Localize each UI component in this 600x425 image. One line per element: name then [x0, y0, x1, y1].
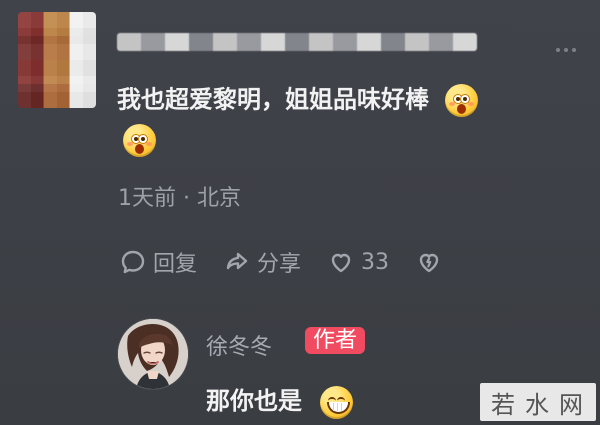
author-name[interactable]: 徐冬冬	[206, 329, 272, 361]
share-button[interactable]: 分享	[223, 246, 301, 278]
emoji-mouth	[327, 401, 351, 414]
watermark: 若水网	[480, 383, 596, 421]
like-count: 33	[361, 249, 390, 275]
shocked-emoji-icon	[123, 124, 156, 157]
emoji-blush	[449, 102, 456, 106]
emoji-blush	[468, 102, 475, 106]
heart-icon	[327, 248, 355, 276]
comment-bubble-icon	[119, 248, 147, 276]
reply-button[interactable]: 回复	[119, 246, 197, 278]
emoji-mouth	[457, 104, 467, 114]
grin-emoji-icon	[320, 385, 354, 419]
broken-heart-icon	[415, 248, 443, 276]
share-label: 分享	[257, 252, 302, 277]
reply-label: 回复	[153, 252, 198, 277]
reply-text: 那你也是	[206, 381, 354, 419]
author-avatar[interactable]	[118, 319, 188, 389]
more-dot	[564, 48, 568, 52]
emoji-teeth	[333, 402, 335, 411]
share-arrow-icon	[223, 248, 251, 276]
dislike-button[interactable]	[415, 248, 443, 276]
author-badge: 作者	[305, 327, 366, 355]
comment-text-content: 我也超爱黎明，姐姐品味好棒	[117, 85, 429, 114]
shocked-emoji-icon	[445, 84, 479, 117]
comment-actions: 回复 分享 33	[119, 246, 443, 278]
more-icon[interactable]	[556, 48, 576, 52]
comment-meta: 1天前 · 北京	[118, 186, 241, 211]
emoji-blush	[127, 142, 133, 146]
comment-text: 我也超爱黎明，姐姐品味好棒	[117, 84, 479, 117]
more-dot	[556, 48, 560, 52]
emoji-blush	[146, 142, 152, 146]
reply-text-content: 那你也是	[206, 387, 302, 415]
like-button[interactable]: 33	[327, 248, 389, 276]
comment-thread-screen: 我也超爱黎明，姐姐品味好棒 1天前 · 北京 回复 分享 33 徐冬冬 作者 那…	[0, 0, 600, 425]
more-dot	[572, 48, 576, 52]
emoji-mouth	[135, 144, 144, 154]
commenter-avatar[interactable]	[18, 12, 96, 108]
commenter-username-blurred	[117, 33, 477, 51]
